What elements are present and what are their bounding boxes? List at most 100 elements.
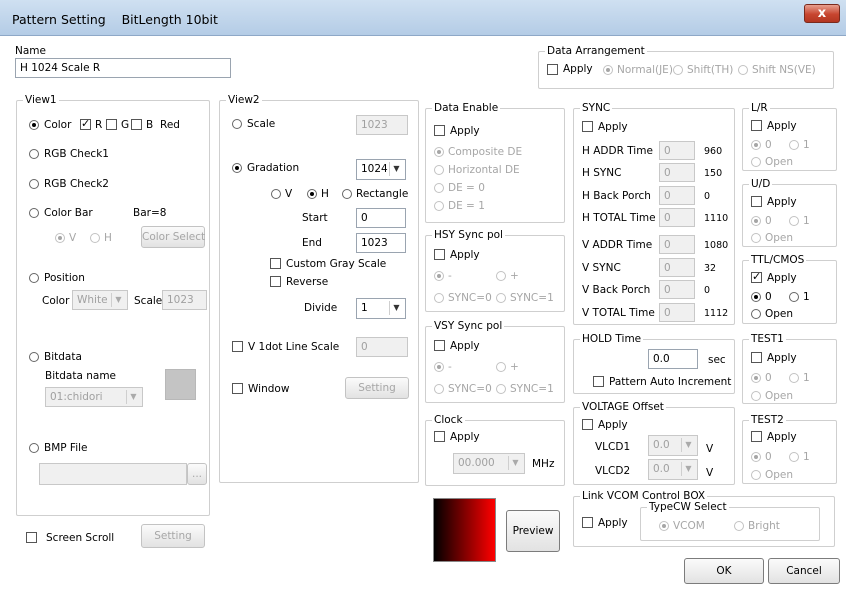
gradation-radio[interactable]	[232, 163, 242, 173]
lr-open-radio[interactable]	[751, 157, 761, 167]
hsy-sync0-radio[interactable]	[434, 293, 444, 303]
test2-0-radio[interactable]	[751, 452, 761, 462]
pattern-auto-increment-checkbox[interactable]	[593, 376, 604, 387]
lr-0-radio[interactable]	[751, 140, 761, 150]
test1-open-radio[interactable]	[751, 391, 761, 401]
custom-gray-scale-checkbox[interactable]	[270, 258, 281, 269]
sync-apply-checkbox[interactable]	[582, 121, 593, 132]
browse-button[interactable]: ...	[187, 463, 207, 485]
ud-0-radio[interactable]	[751, 216, 761, 226]
color-bar-h-radio[interactable]	[90, 233, 100, 243]
clock-apply-checkbox[interactable]	[434, 431, 445, 442]
reverse-checkbox[interactable]	[270, 276, 281, 287]
bmp-file-path-input[interactable]	[39, 463, 187, 485]
end-input[interactable]: 1023	[356, 233, 406, 253]
hsy-minus-radio[interactable]	[434, 271, 444, 281]
preview-button[interactable]: Preview	[506, 510, 560, 552]
bitdata-radio[interactable]	[29, 352, 39, 362]
rgb-check2-radio[interactable]	[29, 179, 39, 189]
ttl-1-radio[interactable]	[789, 292, 799, 302]
gradation-rectangle-radio[interactable]	[342, 189, 352, 199]
sync-row-input[interactable]: 0	[659, 141, 695, 160]
scale-input[interactable]: 1023	[356, 115, 408, 135]
lr-1-radio[interactable]	[789, 140, 799, 150]
b-checkbox[interactable]	[131, 119, 142, 130]
data-enable-apply-checkbox[interactable]	[434, 125, 445, 136]
de1-radio[interactable]	[434, 201, 444, 211]
sync-row-input[interactable]: 0	[659, 163, 695, 182]
sync-row-input[interactable]: 0	[659, 258, 695, 277]
scale-radio[interactable]	[232, 119, 242, 129]
screen-scroll-checkbox[interactable]	[26, 532, 37, 543]
screen-scroll-setting-button[interactable]: Setting	[141, 524, 205, 548]
vcom-radio[interactable]	[659, 521, 669, 531]
rgb-check1-radio[interactable]	[29, 149, 39, 159]
color-radio[interactable]	[29, 120, 39, 130]
ok-button[interactable]: OK	[684, 558, 764, 584]
ud-apply-checkbox[interactable]	[751, 196, 762, 207]
sync-row-input[interactable]: 0	[659, 280, 695, 299]
shift-ns-radio[interactable]	[738, 65, 748, 75]
ttl-0-radio[interactable]	[751, 292, 761, 302]
gradation-v-radio[interactable]	[271, 189, 281, 199]
vsy-plus-radio[interactable]	[496, 362, 506, 372]
position-color-select[interactable]: White ▼	[72, 290, 128, 310]
horizontal-de-radio[interactable]	[434, 165, 444, 175]
vlcd2-select[interactable]: 0.0 ▼	[648, 459, 698, 480]
close-button[interactable]: x	[804, 4, 840, 23]
voltage-apply-checkbox[interactable]	[582, 419, 593, 430]
bmp-file-radio[interactable]	[29, 443, 39, 453]
normal-je-radio[interactable]	[603, 65, 613, 75]
test2-open-radio[interactable]	[751, 470, 761, 480]
composite-de-radio[interactable]	[434, 147, 444, 157]
vsy-sync0-radio[interactable]	[434, 384, 444, 394]
hold-time-input[interactable]: 0.0	[648, 349, 698, 369]
shift-th-radio[interactable]	[673, 65, 683, 75]
ud-1-radio[interactable]	[789, 216, 799, 226]
gradation-select[interactable]: 1024 ▼	[356, 159, 406, 180]
ud-open-radio[interactable]	[751, 233, 761, 243]
v1dot-line-scale-checkbox[interactable]	[232, 341, 243, 352]
cancel-button[interactable]: Cancel	[768, 558, 840, 584]
vsy-apply-checkbox[interactable]	[434, 340, 445, 351]
sync-row-input[interactable]: 0	[659, 235, 695, 254]
v1dot-line-scale-input[interactable]: 0	[356, 337, 408, 357]
name-input[interactable]: H 1024 Scale R	[15, 58, 231, 78]
test1-apply-checkbox[interactable]	[751, 352, 762, 363]
position-scale-input[interactable]: 1023	[162, 290, 207, 310]
color-bar-radio[interactable]	[29, 208, 39, 218]
hsy-plus-radio[interactable]	[496, 271, 506, 281]
start-input[interactable]: 0	[356, 208, 406, 228]
chevron-down-icon: ▼	[508, 456, 522, 470]
test1-0-radio[interactable]	[751, 373, 761, 383]
sync-row-input[interactable]: 0	[659, 303, 695, 322]
clock-select[interactable]: 00.000 ▼	[453, 453, 525, 474]
color-bar-v-radio[interactable]	[55, 233, 65, 243]
sync-row-input[interactable]: 0	[659, 186, 695, 205]
r-checkbox[interactable]	[80, 117, 91, 130]
bright-radio[interactable]	[734, 521, 744, 531]
test2-1-radio[interactable]	[789, 452, 799, 462]
link-vcom-apply-checkbox[interactable]	[582, 517, 593, 528]
sync-row-input[interactable]: 0	[659, 208, 695, 227]
position-radio[interactable]	[29, 273, 39, 283]
vsy-sync1-radio[interactable]	[496, 384, 506, 394]
test2-apply-checkbox[interactable]	[751, 431, 762, 442]
vsy-minus-radio[interactable]	[434, 362, 444, 372]
hsy-apply-checkbox[interactable]	[434, 249, 445, 260]
ttl-open-radio[interactable]	[751, 309, 761, 319]
bitdata-select[interactable]: 01:chidori ▼	[45, 387, 143, 407]
divide-select[interactable]: 1 ▼	[356, 298, 406, 319]
ttl-apply-checkbox[interactable]	[751, 270, 762, 283]
gradation-h-radio[interactable]	[307, 189, 317, 199]
lr-apply-checkbox[interactable]	[751, 120, 762, 131]
window-setting-button[interactable]: Setting	[345, 377, 409, 399]
vlcd1-select[interactable]: 0.0 ▼	[648, 435, 698, 456]
g-checkbox[interactable]	[106, 119, 117, 130]
color-select-button[interactable]: Color Select	[141, 226, 205, 248]
data-arrangement-apply-checkbox[interactable]	[547, 64, 558, 75]
test1-1-radio[interactable]	[789, 373, 799, 383]
hsy-sync1-radio[interactable]	[496, 293, 506, 303]
de0-radio[interactable]	[434, 183, 444, 193]
window-checkbox[interactable]	[232, 383, 243, 394]
